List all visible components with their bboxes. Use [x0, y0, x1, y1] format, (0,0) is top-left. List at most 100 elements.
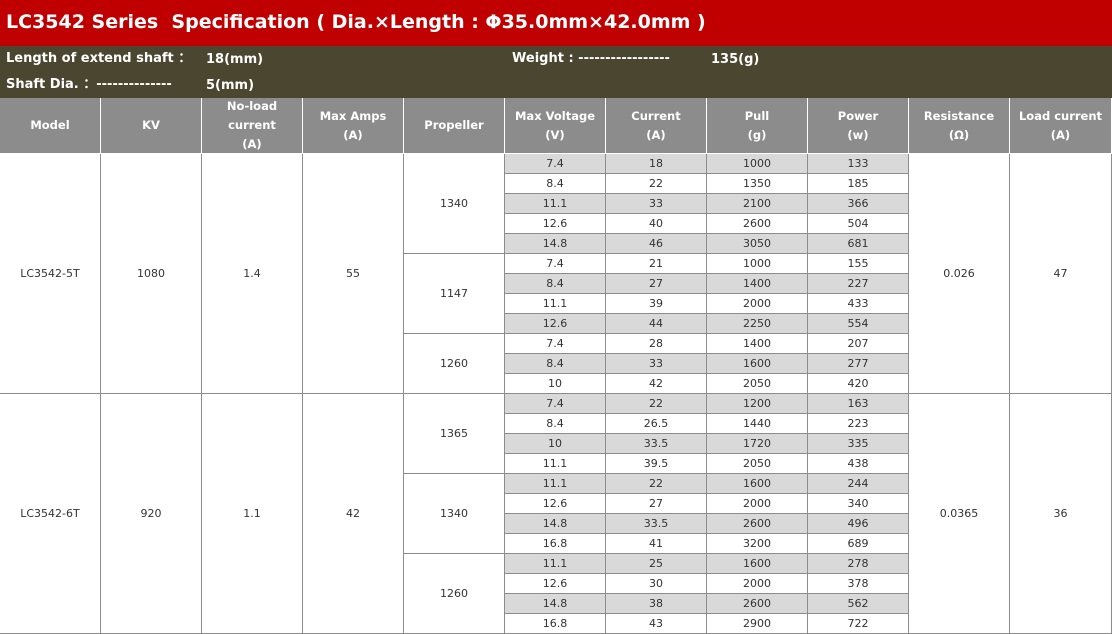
pull-cell: 1200 — [707, 394, 808, 414]
model-cell: LC3542-6T — [0, 394, 101, 634]
power-cell: 185 — [808, 174, 909, 194]
weight-value: 135(g) — [711, 52, 760, 67]
column-header-text: Max Amps — [319, 108, 387, 123]
power-cell: 366 — [808, 194, 909, 214]
voltage-cell: 7.4 — [505, 154, 606, 174]
pull-cell: 1600 — [707, 554, 808, 574]
current-cell: 33 — [606, 354, 707, 374]
pull-cell: 1400 — [707, 274, 808, 294]
voltage-cell: 8.4 — [505, 174, 606, 194]
extend-shaft-label: Length of extend shaft ： — [6, 51, 192, 66]
current-cell: 22 — [606, 394, 707, 414]
power-cell: 335 — [808, 434, 909, 454]
voltage-cell: 10 — [505, 374, 606, 394]
propeller-cell: 1340 — [404, 474, 505, 554]
column-header-text: Power — [837, 108, 879, 123]
column-header-text: No-load — [226, 99, 278, 113]
max-amps-cell: 55 — [303, 154, 404, 394]
power-cell: 420 — [808, 374, 909, 394]
voltage-cell: 10 — [505, 434, 606, 454]
current-cell: 21 — [606, 254, 707, 274]
max-amps-cell: 42 — [303, 394, 404, 634]
current-cell: 28 — [606, 334, 707, 354]
voltage-cell: 7.4 — [505, 394, 606, 414]
current-cell: 33.5 — [606, 434, 707, 454]
noload-current-cell: 1.4 — [202, 154, 303, 394]
power-cell: 223 — [808, 414, 909, 434]
shaft-dia-value: 5(mm) — [206, 78, 255, 93]
voltage-cell: 8.4 — [505, 274, 606, 294]
current-cell: 33.5 — [606, 514, 707, 534]
voltage-cell: 7.4 — [505, 254, 606, 274]
power-cell: 496 — [808, 514, 909, 534]
power-cell: 681 — [808, 234, 909, 254]
column-header: No-load current (A) — [202, 98, 303, 154]
voltage-cell: 12.6 — [505, 214, 606, 234]
column-header-text: Current — [631, 108, 681, 123]
voltage-cell: 11.1 — [505, 294, 606, 314]
column-header: Max Amps (A) — [303, 98, 404, 154]
column-header-text: Pull — [744, 108, 770, 123]
power-cell: 378 — [808, 574, 909, 594]
current-cell: 46 — [606, 234, 707, 254]
noload-current-cell: 1.1 — [202, 394, 303, 634]
power-cell: 163 — [808, 394, 909, 414]
voltage-cell: 14.8 — [505, 234, 606, 254]
current-cell: 26.5 — [606, 414, 707, 434]
voltage-cell: 16.8 — [505, 614, 606, 634]
voltage-cell: 11.1 — [505, 454, 606, 474]
model-cell: LC3542-5T — [0, 154, 101, 394]
pull-cell: 1000 — [707, 254, 808, 274]
load-current-cell: 36 — [1010, 394, 1112, 634]
extend-shaft-value: 18(mm) — [206, 52, 264, 67]
power-cell: 244 — [808, 474, 909, 494]
column-header: Current (A) — [606, 98, 707, 154]
column-header-text: Max Voltage — [514, 108, 596, 123]
voltage-cell: 12.6 — [505, 314, 606, 334]
current-cell: 33 — [606, 194, 707, 214]
pull-cell: 2900 — [707, 614, 808, 634]
pull-cell: 2000 — [707, 494, 808, 514]
power-cell: 438 — [808, 454, 909, 474]
column-header: Power (w) — [808, 98, 909, 154]
current-cell: 27 — [606, 274, 707, 294]
voltage-cell: 12.6 — [505, 494, 606, 514]
pull-cell: 2250 — [707, 314, 808, 334]
power-cell: 133 — [808, 154, 909, 174]
propeller-cell: 1260 — [404, 334, 505, 394]
propeller-cell: 1147 — [404, 254, 505, 334]
voltage-cell: 8.4 — [505, 354, 606, 374]
pull-cell: 1440 — [707, 414, 808, 434]
spec-bar: Length of extend shaft ： 18(mm) Weight :… — [0, 46, 1112, 98]
voltage-cell: 11.1 — [505, 194, 606, 214]
voltage-cell: 16.8 — [505, 534, 606, 554]
voltage-cell: 7.4 — [505, 334, 606, 354]
pull-cell: 1000 — [707, 154, 808, 174]
voltage-cell: 8.4 — [505, 414, 606, 434]
pull-cell: 1350 — [707, 174, 808, 194]
column-header: Model — [0, 98, 101, 154]
pull-cell: 2600 — [707, 594, 808, 614]
current-cell: 41 — [606, 534, 707, 554]
power-cell: 722 — [808, 614, 909, 634]
current-cell: 27 — [606, 494, 707, 514]
column-header-text: (A) — [242, 137, 262, 151]
voltage-cell: 12.6 — [505, 574, 606, 594]
kv-cell: 1080 — [101, 154, 202, 394]
current-cell: 18 — [606, 154, 707, 174]
column-header-text: Resistance — [923, 108, 995, 123]
column-header-text: Propeller — [424, 118, 484, 132]
weight-label: Weight : ----------------- — [512, 51, 670, 66]
power-cell: 155 — [808, 254, 909, 274]
power-cell: 689 — [808, 534, 909, 554]
current-cell: 42 — [606, 374, 707, 394]
propeller-cell: 1365 — [404, 394, 505, 474]
current-cell: 22 — [606, 174, 707, 194]
resistance-cell: 0.0365 — [909, 394, 1010, 634]
column-header-text: (g) — [747, 127, 767, 142]
column-header: Propeller — [404, 98, 505, 154]
current-cell: 43 — [606, 614, 707, 634]
power-cell: 504 — [808, 214, 909, 234]
current-cell: 30 — [606, 574, 707, 594]
column-header-text: (Ω) — [948, 127, 970, 142]
